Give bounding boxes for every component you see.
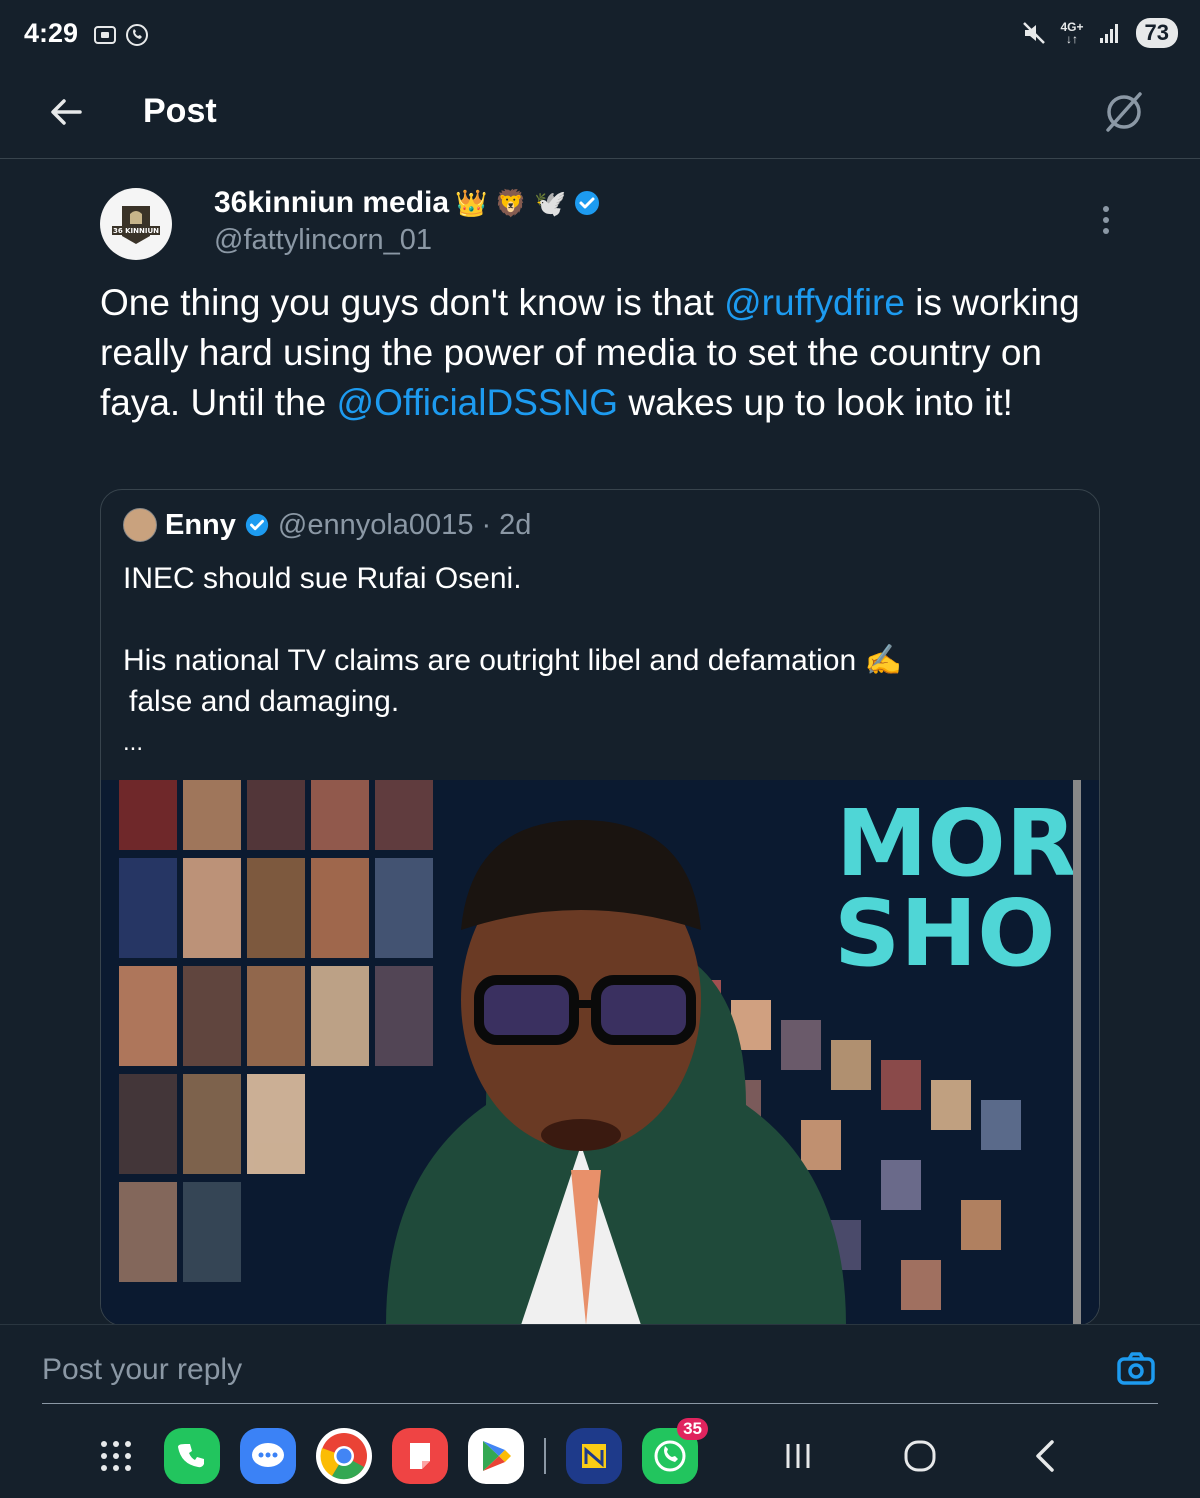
quote-line: INEC should sue Rufai Oseni. [123, 562, 522, 595]
camera-icon[interactable] [1116, 1351, 1156, 1387]
avatar-logo: 36 KINNIUN [101, 189, 171, 259]
mute-icon [1022, 22, 1045, 44]
play-store-icon[interactable] [468, 1428, 524, 1484]
whatsapp-icon [126, 24, 148, 46]
mention-link[interactable]: @ruffydfire [724, 282, 905, 323]
quote-avatar [123, 508, 157, 542]
quote-line: false and damaging. [129, 685, 400, 718]
android-nav-bar: 35 [0, 1412, 1200, 1498]
status-left-icons [92, 22, 150, 48]
verified-badge-icon [245, 513, 269, 537]
reply-bar: Post your reply [0, 1324, 1200, 1413]
quoted-tweet[interactable]: Enny @ennyola0015 · 2d INEC should sue R… [100, 489, 1100, 1326]
chrome-app-icon[interactable] [316, 1428, 372, 1484]
status-time: 4:29 [24, 18, 79, 48]
tweet-text-part: wakes up to look into it! [618, 382, 1013, 423]
svg-text:SHO: SHO [834, 880, 1055, 987]
more-options-icon[interactable] [1094, 202, 1118, 238]
recent-apps-icon[interactable] [778, 1436, 818, 1476]
status-bar: 4:29 4G+ ↓↑ 73 [0, 0, 1200, 70]
author-handle[interactable]: @fattylincorn_01 [214, 224, 432, 257]
quote-text: INEC should sue Rufai Oseni. His nationa… [123, 558, 1073, 763]
author-name-text: 36kinniun media [214, 186, 450, 219]
author-emojis: 👑 🦁 🕊️ [455, 187, 567, 218]
app-drawer-icon[interactable] [88, 1428, 144, 1484]
back-arrow-icon[interactable] [44, 90, 88, 134]
quote-age: · 2d [481, 508, 532, 541]
quote-line: His national TV claims are outright libe… [123, 644, 902, 677]
quote-author-handle: @ennyola0015 [277, 508, 474, 541]
grok-icon[interactable] [1100, 88, 1148, 136]
tweet-text: One thing you guys don't know is that @r… [100, 278, 1100, 428]
screenshot-icon [94, 26, 116, 44]
quote-ellipsis: ... [123, 729, 144, 756]
notification-badge: 35 [677, 1418, 708, 1440]
quote-author-name: Enny [165, 508, 236, 541]
home-icon[interactable] [900, 1436, 940, 1476]
quote-media-image[interactable]: MOR SHO [101, 780, 1099, 1325]
notes-app-icon[interactable] [392, 1428, 448, 1484]
author-name[interactable]: 36kinniun media 👑 🦁 🕊️ [214, 186, 601, 220]
phone-app-icon[interactable] [164, 1428, 220, 1484]
quote-header: Enny @ennyola0015 · 2d [123, 508, 531, 542]
back-nav-icon[interactable] [1026, 1436, 1066, 1476]
author-avatar[interactable]: 36 KINNIUN [100, 188, 172, 260]
network-type: 4G+ ↓↑ [1060, 20, 1084, 46]
reply-input[interactable]: Post your reply [42, 1353, 242, 1387]
app-header: Post [0, 70, 1200, 159]
app-dock: 35 [88, 1418, 708, 1484]
tweet-text-part: One thing you guys don't know is that [100, 282, 725, 323]
reply-underline [42, 1403, 1158, 1404]
media-image: MOR SHO [101, 780, 1099, 1325]
signal-icon [1099, 24, 1118, 43]
svg-text:36 KINNIUN: 36 KINNIUN [113, 227, 159, 235]
ng-app-icon[interactable] [566, 1428, 622, 1484]
messages-app-icon[interactable] [240, 1428, 296, 1484]
battery-indicator: 73 [1135, 18, 1178, 48]
status-right-icons: 4G+ ↓↑ 73 [1021, 18, 1178, 48]
whatsapp-app-icon[interactable]: 35 [642, 1418, 708, 1484]
page-title: Post [143, 92, 217, 130]
dock-divider [544, 1438, 546, 1474]
mention-link[interactable]: @OfficialDSSNG [337, 382, 619, 423]
verified-badge-icon [574, 191, 599, 215]
